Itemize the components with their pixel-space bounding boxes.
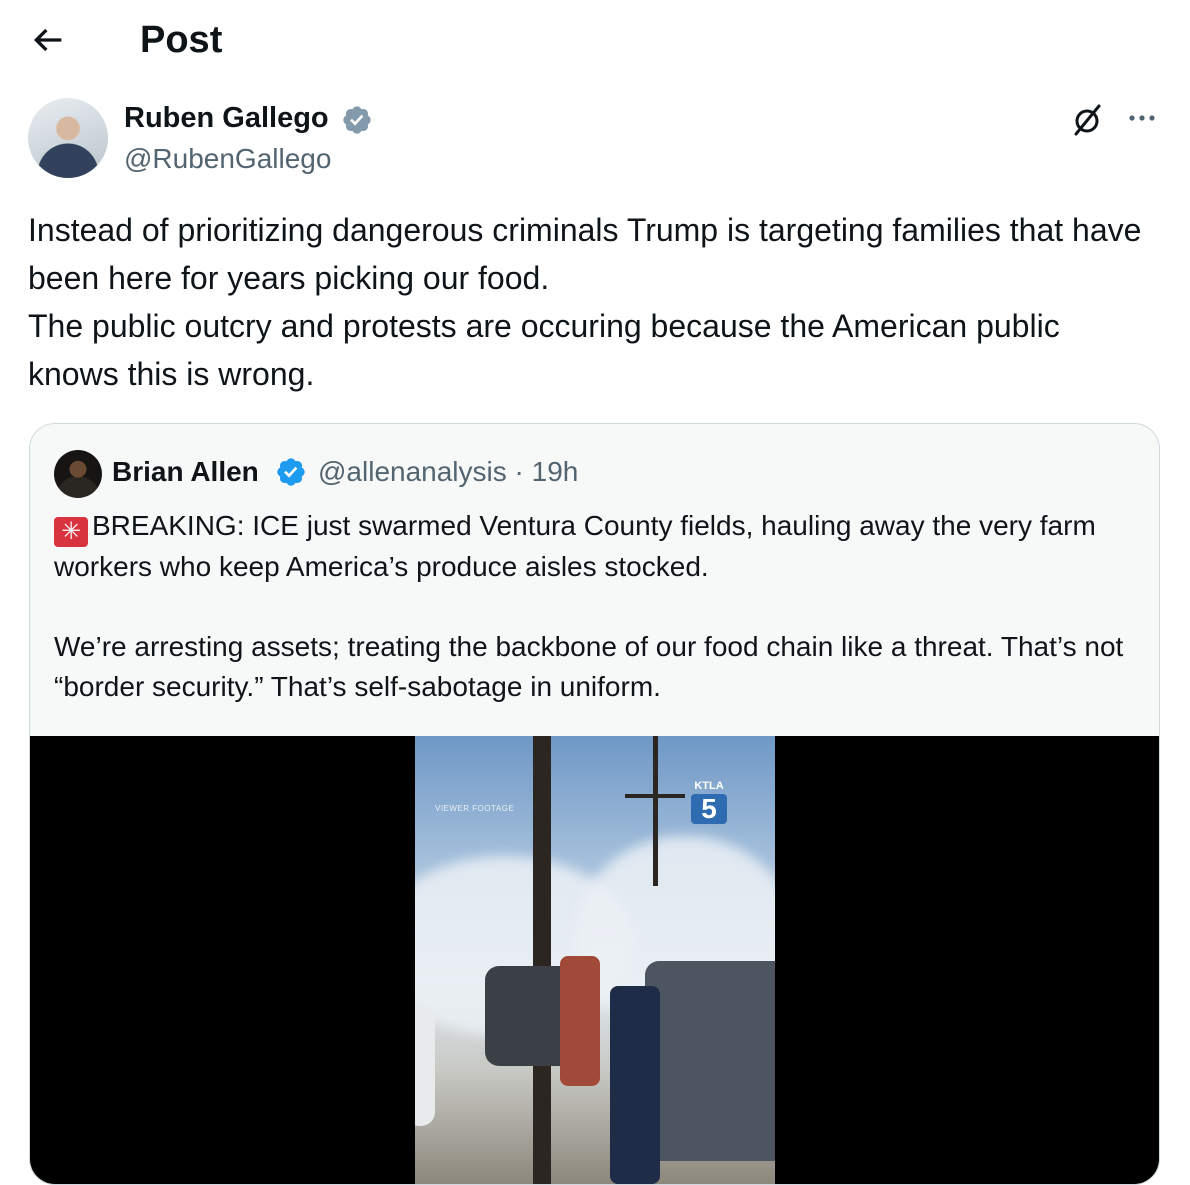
post-text: Instead of prioritizing dangerous crimin… <box>28 206 1148 398</box>
video-frame: VIEWER FOOTAGE KTLA 5 <box>415 736 775 1184</box>
page-title: Post <box>140 19 223 61</box>
quoted-author-avatar[interactable] <box>54 450 102 498</box>
siren-emoji-icon: ✳ <box>54 517 88 547</box>
utility-pole-crossbar <box>625 794 685 798</box>
video-watermark: VIEWER FOOTAGE <box>435 804 515 813</box>
top-bar: Post <box>0 0 1190 80</box>
post-paragraph: The public outcry and protests are occur… <box>28 308 1060 392</box>
verified-badge-icon <box>341 104 373 136</box>
post-paragraph: Instead of prioritizing dangerous crimin… <box>28 212 1142 296</box>
utility-pole <box>533 736 551 1184</box>
quoted-author-name[interactable]: Brian Allen <box>112 454 259 490</box>
video-player[interactable]: VIEWER FOOTAGE KTLA 5 <box>30 736 1159 1184</box>
parked-car <box>645 961 775 1161</box>
quoted-post-card[interactable]: Brian Allen @allenanalysis · 19h ✳ BREAKI… <box>29 423 1160 1185</box>
utility-pole <box>653 736 658 886</box>
more-icon[interactable] <box>1124 100 1160 136</box>
author-avatar[interactable] <box>28 98 108 178</box>
ktla-logo: KTLA 5 <box>689 780 729 824</box>
quoted-post-text: ✳ BREAKING: ICE just swarmed Ventura Coun… <box>54 506 1134 707</box>
author-name[interactable]: Ruben Gallego <box>124 100 329 136</box>
parked-car <box>415 1006 435 1126</box>
quoted-paragraph: We’re arresting assets; treating the bac… <box>54 631 1124 702</box>
quoted-handle-time[interactable]: @allenanalysis · 19h <box>318 454 578 490</box>
verified-badge-icon <box>275 456 307 488</box>
person <box>560 956 600 1086</box>
person <box>610 986 660 1184</box>
quoted-paragraph: ✳ BREAKING: ICE just swarmed Ventura Coun… <box>54 510 1096 582</box>
back-arrow-icon[interactable] <box>28 20 68 60</box>
grok-icon[interactable] <box>1067 100 1107 140</box>
author-handle[interactable]: @RubenGallego <box>124 141 331 177</box>
